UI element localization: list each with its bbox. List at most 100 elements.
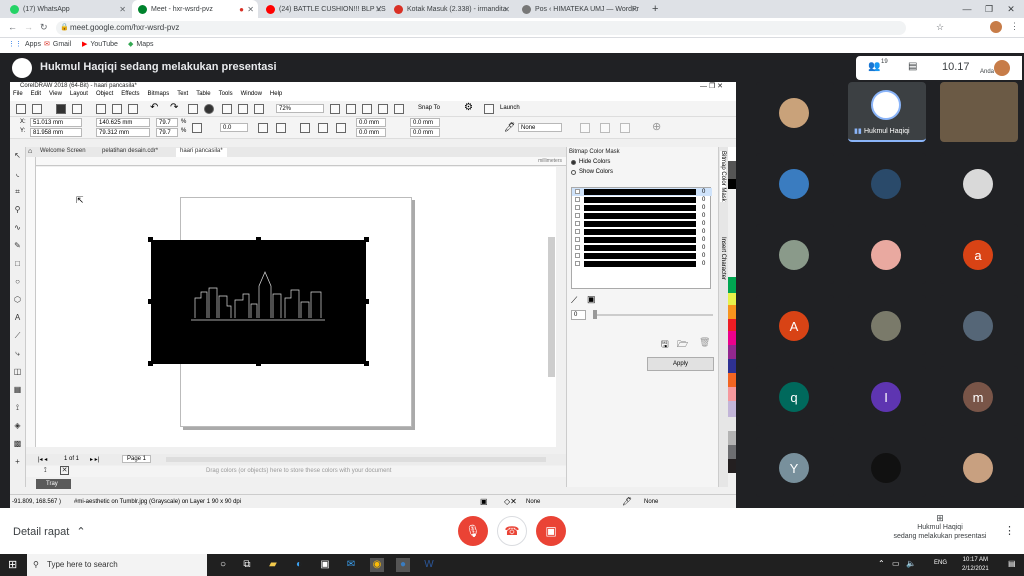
publish-pdf-icon[interactable] xyxy=(254,104,264,114)
freehand-tool-icon[interactable]: ∿ xyxy=(13,223,22,232)
menu-layout[interactable]: Layout xyxy=(70,91,88,101)
close-icon[interactable]: ✕ xyxy=(375,5,382,14)
hide-colors-radio[interactable]: Hide Colors xyxy=(567,157,718,167)
checkbox[interactable] xyxy=(575,205,580,210)
new-tab-button[interactable]: + xyxy=(646,0,662,18)
color-row[interactable]: 0 xyxy=(572,236,712,244)
corel-connect-icon[interactable] xyxy=(204,104,214,114)
scale-width-field[interactable]: 79.7 xyxy=(156,118,178,127)
options-gear-icon[interactable]: ⚙ xyxy=(464,102,473,113)
import-icon[interactable] xyxy=(222,104,232,114)
leave-call-button[interactable]: ☎ xyxy=(497,516,527,546)
resize-handle[interactable] xyxy=(148,237,153,242)
participant-tile[interactable] xyxy=(848,437,926,497)
cut-icon[interactable] xyxy=(96,104,106,114)
full-screen-icon[interactable] xyxy=(330,104,340,114)
color-picker-icon[interactable]: ⟋ xyxy=(571,295,577,306)
checkbox[interactable] xyxy=(575,253,580,258)
launch-icon[interactable] xyxy=(484,104,494,114)
color-row[interactable]: 0 xyxy=(572,252,712,260)
participant-tile[interactable] xyxy=(848,295,926,355)
ellipse-tool-icon[interactable]: ○ xyxy=(13,277,22,286)
word-icon[interactable]: W xyxy=(422,558,436,572)
tab-meet[interactable]: Meet - hxr-wsrd-pvz ● ✕ xyxy=(132,0,258,18)
menu-edit[interactable]: Edit xyxy=(31,91,41,101)
corner-scallop-icon[interactable] xyxy=(318,123,328,133)
chrome-icon[interactable]: ◉ xyxy=(370,558,384,572)
close-icon[interactable]: ✕ xyxy=(503,5,510,14)
color-row[interactable]: 0 xyxy=(572,244,712,252)
tolerance-field[interactable]: 0 xyxy=(571,310,586,320)
side-tab-insert-character[interactable]: Insert Character xyxy=(720,237,726,280)
tab-gmail[interactable]: Kotak Masuk (2.338) - irmandita ✕ xyxy=(388,0,514,18)
snap-icon[interactable] xyxy=(394,104,404,114)
checkbox[interactable] xyxy=(575,237,580,242)
self-avatar[interactable] xyxy=(994,60,1010,76)
meeting-details-button[interactable]: Detail rapat ⌃ xyxy=(13,525,86,538)
checkbox[interactable] xyxy=(575,245,580,250)
new-document-icon[interactable] xyxy=(16,104,26,114)
smart-fill-icon[interactable]: ▩ xyxy=(13,439,22,448)
connector-tool-icon[interactable]: ⤷ xyxy=(13,349,22,358)
tab-haari-pancasila[interactable]: haari pancasila* xyxy=(176,148,227,157)
snap-to-dropdown[interactable]: Snap To xyxy=(418,105,440,111)
taskbar-clock[interactable]: 10:17 AM 2/12/2021 xyxy=(962,556,989,574)
corner-radius-bl-field[interactable]: 0.0 mm xyxy=(356,128,386,137)
color-row[interactable]: 0 xyxy=(572,220,712,228)
more-options-icon[interactable]: ⋮ xyxy=(1004,524,1015,537)
close-icon[interactable]: ✕ xyxy=(119,5,126,14)
language-indicator[interactable]: ENG xyxy=(934,560,947,566)
resize-handle[interactable] xyxy=(364,237,369,242)
menu-help[interactable]: Help xyxy=(270,91,282,101)
resize-handle[interactable] xyxy=(148,361,153,366)
presenting-indicator[interactable]: ⊞ Hukmul Haqiqi sedang melakukan present… xyxy=(880,514,1000,541)
drop-shadow-icon[interactable]: ◫ xyxy=(13,367,22,376)
bookmark-maps[interactable]: ◆ Maps xyxy=(128,40,154,49)
resize-handle[interactable] xyxy=(364,299,369,304)
corner-round-icon[interactable] xyxy=(300,123,310,133)
coreldraw-icon[interactable]: ● xyxy=(396,558,410,572)
show-rulers-icon[interactable] xyxy=(346,104,356,114)
artistic-media-icon[interactable]: ✎ xyxy=(13,241,22,250)
corner-radius-tl-field[interactable]: 0.0 mm xyxy=(356,118,386,127)
corner-radius-tr-field[interactable]: 0.0 mm xyxy=(410,118,440,127)
color-row[interactable]: 0 xyxy=(572,204,712,212)
tray-tab[interactable]: Tray xyxy=(36,479,71,489)
participant-tile[interactable] xyxy=(940,153,1018,213)
menu-effects[interactable]: Effects xyxy=(121,91,139,101)
taskbar-search[interactable]: ⚲ Type here to search xyxy=(27,554,207,576)
apply-button[interactable]: Apply xyxy=(647,357,714,371)
lock-ratio-icon[interactable] xyxy=(192,123,202,133)
next-page-icon[interactable]: ▸ ▸| xyxy=(90,456,99,463)
notifications-icon[interactable]: ▤ xyxy=(1008,559,1016,568)
camera-off-button[interactable]: ▣ xyxy=(536,516,566,546)
launch-dropdown[interactable]: Launch xyxy=(500,105,520,111)
resize-handle[interactable] xyxy=(256,237,261,242)
crop-tool-icon[interactable]: ⌗ xyxy=(13,187,22,196)
outline-pen-icon[interactable]: 🖊 xyxy=(622,495,632,508)
window-controls-icon[interactable]: — ❐ ✕ xyxy=(700,82,723,91)
drawing-canvas[interactable]: ⇱ xyxy=(36,167,556,447)
mail-icon[interactable]: ✉ xyxy=(344,558,358,572)
home-icon[interactable]: ⌂ xyxy=(28,148,32,155)
tolerance-slider[interactable] xyxy=(593,314,713,316)
polygon-tool-icon[interactable]: ⬡ xyxy=(13,295,22,304)
zoom-level-field[interactable]: 72% xyxy=(276,104,324,113)
bookmark-youtube[interactable]: ▶ YouTube xyxy=(82,40,118,49)
menu-dots-icon[interactable]: ⋮ xyxy=(1010,21,1019,32)
menu-table[interactable]: Table xyxy=(196,91,210,101)
checkbox[interactable] xyxy=(575,213,580,218)
outline-pen-icon[interactable]: 🖊 xyxy=(504,122,515,133)
url-field[interactable]: 🔒 meet.google.com/hxr-wsrd-pvz xyxy=(56,21,906,35)
to-back-icon[interactable] xyxy=(620,123,630,133)
color-palette[interactable] xyxy=(728,147,736,487)
restore-icon[interactable]: ❐ xyxy=(978,0,1000,18)
menu-window[interactable]: Window xyxy=(241,91,262,101)
side-tab-bitmap-color-mask[interactable]: Bitmap Color Mask xyxy=(720,151,726,202)
menu-file[interactable]: File xyxy=(13,91,23,101)
page-tab[interactable]: Page 1 xyxy=(122,455,152,463)
participant-tile[interactable] xyxy=(940,295,1018,355)
participant-tile[interactable] xyxy=(756,224,834,284)
color-row[interactable]: 0 xyxy=(572,260,712,268)
menu-object[interactable]: Object xyxy=(96,91,113,101)
